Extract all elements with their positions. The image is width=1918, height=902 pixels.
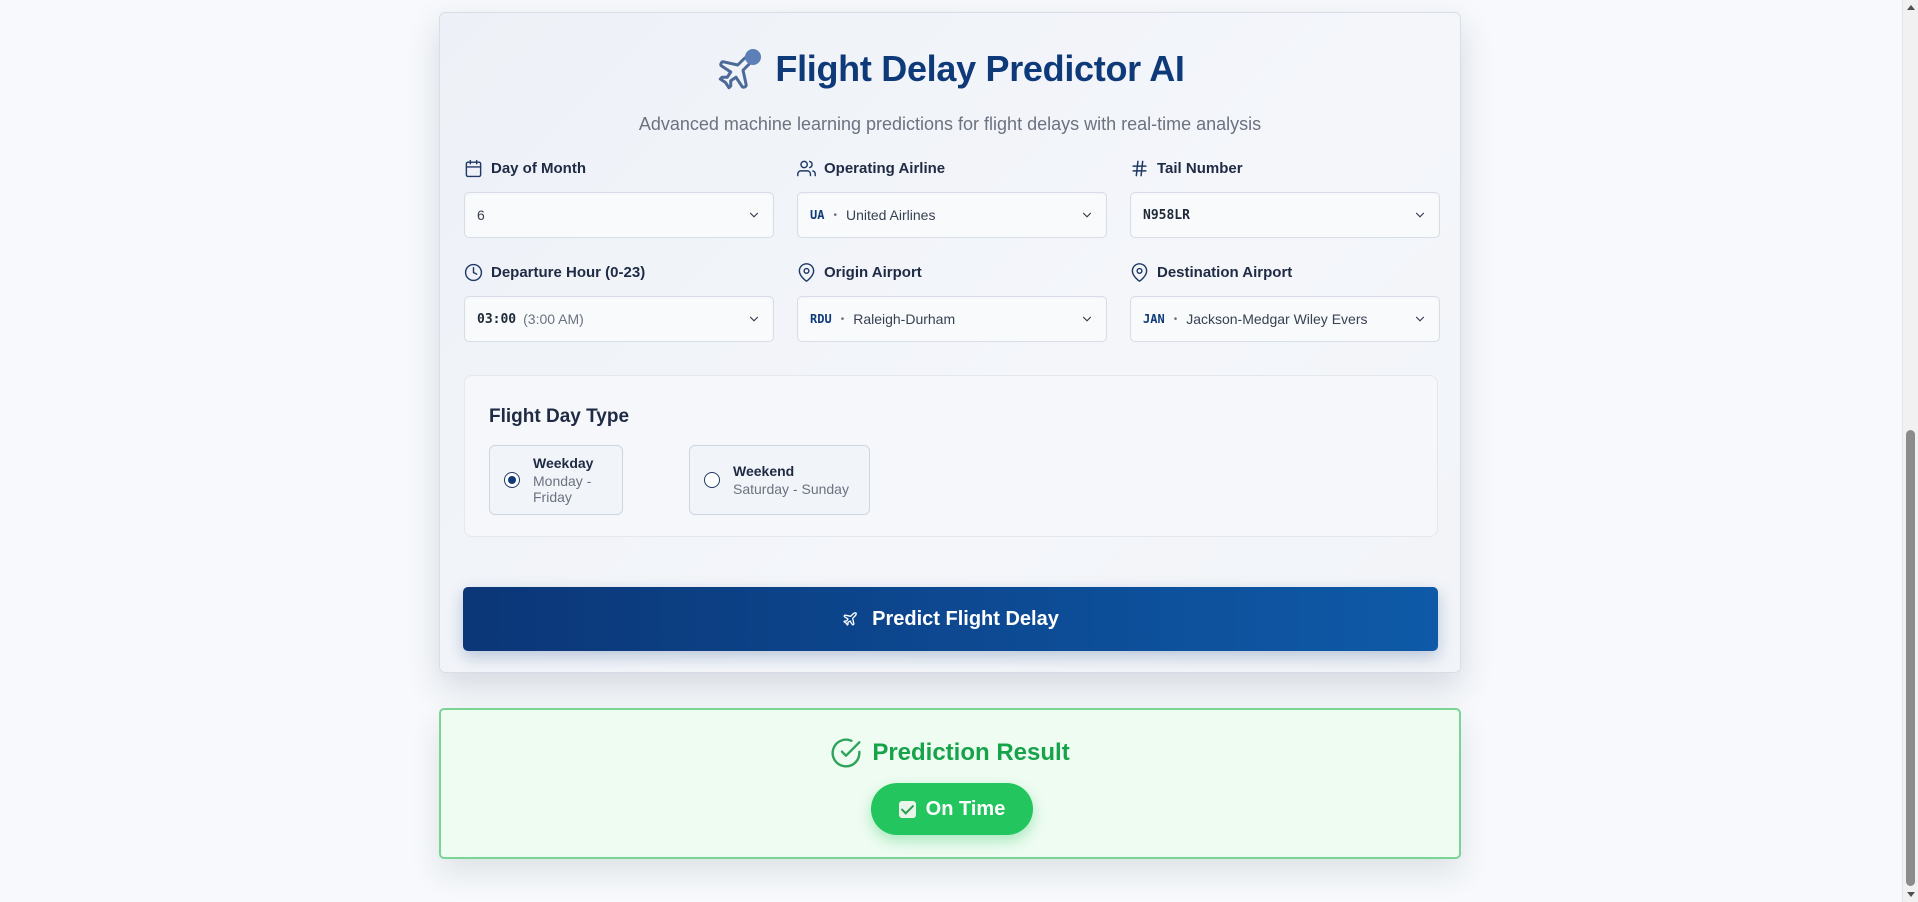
map-pin-icon	[1131, 262, 1148, 282]
departure-hour-value: 03:00	[477, 311, 517, 327]
tail-number-field: Tail Number N958LR	[1130, 157, 1440, 238]
weekend-label: Weekend	[733, 463, 795, 479]
chevron-down-icon	[749, 212, 759, 218]
page-subtitle: Advanced machine learning predictions fo…	[638, 114, 1262, 134]
scroll-down-icon[interactable]	[1907, 892, 1915, 897]
status-badge: On Time	[871, 783, 1033, 835]
departure-hour-label: Departure Hour (0-23)	[491, 263, 646, 281]
departure-hour-hint: (3:00 AM)	[523, 311, 584, 327]
check-box-icon	[898, 800, 916, 818]
predict-button-label: Predict Flight Delay	[872, 607, 1059, 630]
origin-separator: •	[840, 313, 845, 325]
day-of-month-field: Day of Month 6	[464, 157, 774, 238]
calendar-icon	[465, 159, 482, 177]
airline-code: UA	[810, 208, 825, 222]
chevron-down-icon	[1415, 316, 1425, 322]
destination-airport-field: Destination Airport JAN • Jackson-Medgar…	[1130, 261, 1440, 342]
prediction-card: Flight Delay Predictor AI Advanced machi…	[439, 12, 1461, 673]
flight-day-type-panel: Flight Day Type Weekday Monday - Friday …	[464, 375, 1438, 537]
day-of-month-select[interactable]: 6	[464, 192, 774, 238]
operating-airline-field: Operating Airline UA • United Airlines	[797, 157, 1107, 238]
check-circle-icon	[831, 738, 861, 768]
chevron-down-icon	[1082, 212, 1092, 218]
page-title: Flight Delay Predictor AI	[775, 48, 1185, 89]
operating-airline-select[interactable]: UA • United Airlines	[797, 192, 1107, 238]
clock-icon	[464, 263, 483, 281]
origin-airport-field: Origin Airport RDU • Raleigh-Durham	[797, 261, 1107, 342]
operating-airline-label: Operating Airline	[824, 159, 946, 177]
tail-number-value: N958LR	[1143, 207, 1190, 223]
departure-hour-field: Departure Hour (0-23) 03:00 (3:00 AM)	[464, 261, 774, 342]
airline-name: United Airlines	[845, 207, 936, 223]
plane-icon	[843, 612, 857, 626]
tail-number-select[interactable]: N958LR	[1130, 192, 1440, 238]
destination-airport-select[interactable]: JAN • Jackson-Medgar Wiley Evers	[1130, 296, 1440, 342]
origin-airport-select[interactable]: RDU • Raleigh-Durham	[797, 296, 1107, 342]
origin-airport-label: Origin Airport	[824, 263, 922, 281]
weekend-option[interactable]: Weekend Saturday - Sunday	[689, 445, 870, 515]
departure-hour-select[interactable]: 03:00 (3:00 AM)	[464, 296, 774, 342]
destination-name: Jackson-Medgar Wiley Evers	[1186, 311, 1368, 327]
prediction-result-title: Prediction Result	[872, 739, 1070, 766]
origin-code: RDU	[810, 312, 832, 326]
weekend-sub: Saturday - Sunday	[733, 481, 849, 497]
plane-accent-dot	[745, 49, 762, 65]
weekday-label: Weekday	[533, 455, 594, 471]
weekday-radio[interactable]	[504, 472, 520, 488]
users-icon	[797, 160, 816, 176]
status-label: On Time	[925, 797, 1006, 820]
scroll-up-icon[interactable]	[1907, 5, 1915, 10]
plane-icon	[715, 45, 763, 93]
scrollbar-thumb[interactable]	[1906, 430, 1915, 886]
header: Flight Delay Predictor AI	[440, 39, 1460, 99]
map-pin-icon	[798, 262, 815, 282]
flight-day-type-title: Flight Day Type	[489, 406, 630, 427]
destination-airport-label: Destination Airport	[1157, 263, 1293, 281]
predict-button[interactable]: Predict Flight Delay	[463, 587, 1438, 651]
weekday-sub: Monday - Friday	[533, 473, 592, 505]
airline-separator: •	[833, 209, 837, 221]
weekend-radio[interactable]	[704, 472, 720, 488]
day-of-month-label: Day of Month	[491, 159, 586, 177]
day-of-month-value: 6	[477, 207, 485, 223]
destination-code: JAN	[1143, 312, 1165, 326]
chevron-down-icon	[1082, 316, 1092, 322]
page-scrollbar[interactable]	[1902, 0, 1918, 902]
chevron-down-icon	[1415, 212, 1425, 218]
prediction-result-panel: Prediction Result On Time	[439, 708, 1461, 859]
origin-name: Raleigh-Durham	[853, 311, 956, 327]
tail-number-label: Tail Number	[1157, 159, 1243, 177]
destination-separator: •	[1173, 313, 1178, 325]
hash-icon	[1132, 160, 1147, 176]
chevron-down-icon	[749, 316, 759, 322]
weekday-option[interactable]: Weekday Monday - Friday	[489, 445, 623, 515]
